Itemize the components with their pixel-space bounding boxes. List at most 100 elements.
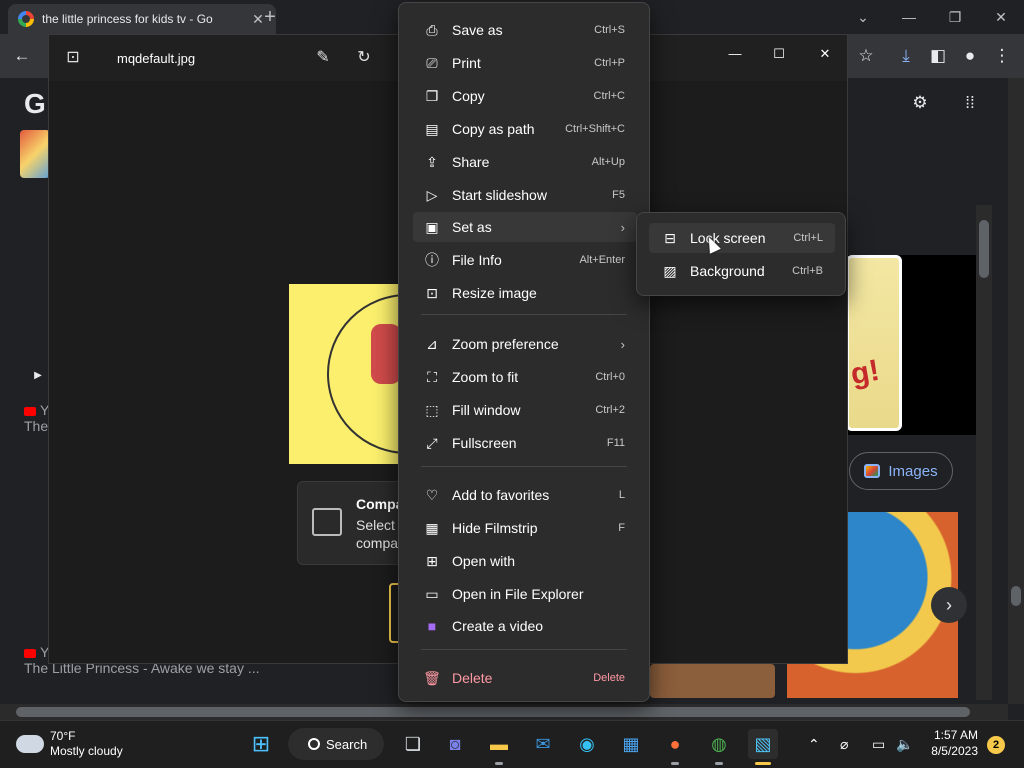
- teams-chat-icon[interactable]: ◙: [440, 729, 470, 759]
- menu-item-label: Background: [690, 263, 765, 279]
- menu-item-zoom-to-fit[interactable]: ⛶ Zoom to fit Ctrl+0: [413, 362, 637, 392]
- profile-icon[interactable]: ●: [958, 44, 982, 68]
- submenu-item-background[interactable]: ▨ Background Ctrl+B: [649, 256, 835, 286]
- menu-item-shortcut: Ctrl+Shift+C: [565, 123, 625, 135]
- menu-item-label: File Info: [452, 252, 502, 268]
- search-label: Search: [326, 736, 368, 752]
- menu-item-open-with[interactable]: ⊞ Open with: [413, 546, 637, 576]
- edge-icon[interactable]: ◉: [572, 729, 602, 759]
- menu-item-shortcut: L: [618, 489, 625, 501]
- photos-minimize-button[interactable]: —: [715, 41, 755, 67]
- menu-item-resize-image[interactable]: ⊡ Resize image: [413, 278, 637, 308]
- next-arrow-button[interactable]: ›: [931, 587, 967, 623]
- page-scrollbar[interactable]: [1008, 78, 1024, 704]
- play-triangle-icon[interactable]: ▶: [26, 364, 50, 388]
- firefox-icon[interactable]: ●: [660, 729, 690, 765]
- chrome-icon[interactable]: ◍: [704, 729, 734, 765]
- submenu-item-lock-screen[interactable]: ⊟ Lock screen Ctrl+L: [649, 223, 835, 253]
- menu-item-label: Fill window: [452, 402, 521, 418]
- image-result[interactable]: [650, 664, 775, 698]
- task-view-icon[interactable]: ❏: [398, 729, 428, 759]
- menu-item-fullscreen[interactable]: ⤢ Fullscreen F11: [413, 428, 637, 458]
- notification-badge[interactable]: 2: [987, 736, 1005, 754]
- menu-item-file-info[interactable]: ⓘ File Info Alt+Enter: [413, 245, 637, 275]
- running-indicator: [671, 762, 679, 765]
- running-indicator: [755, 762, 771, 765]
- taskbar-search[interactable]: Search: [288, 728, 384, 760]
- system-clock[interactable]: 1:57 AM 8/5/2023: [922, 727, 978, 759]
- menu-item-save-as[interactable]: ⎙ Save as Ctrl+S: [413, 15, 637, 45]
- menu-item-label: Open with: [452, 553, 516, 569]
- menu-item-share[interactable]: ⇪ Share Alt+Up: [413, 147, 637, 177]
- menu-item-shortcut: Ctrl+L: [793, 232, 823, 244]
- download-icon[interactable]: ⤓: [894, 44, 918, 68]
- google-logo: G: [24, 88, 46, 119]
- menu-item-create-a-video[interactable]: ■ Create a video: [413, 611, 637, 641]
- menu-item-copy-as-path[interactable]: ▤ Copy as path Ctrl+Shift+C: [413, 114, 637, 144]
- rotate-icon[interactable]: ↻: [354, 48, 374, 68]
- photos-close-button[interactable]: ✕: [805, 41, 845, 67]
- mail-icon[interactable]: ✉: [528, 729, 558, 759]
- filmstrip-icon: ▦: [425, 519, 439, 536]
- menu-item-fill-window[interactable]: ⬚ Fill window Ctrl+2: [413, 395, 637, 425]
- weather-widget[interactable]: 70°F Mostly cloudy: [12, 729, 123, 759]
- menu-item-zoom-preference[interactable]: ⊿ Zoom preference ›: [413, 329, 637, 359]
- tab-search-chevron-icon[interactable]: ⌄: [840, 4, 886, 30]
- menu-item-label: Set as: [452, 219, 492, 235]
- window-close-button[interactable]: ✕: [978, 4, 1024, 30]
- set-as-submenu: ⊟ Lock screen Ctrl+L ▨ Background Ctrl+B: [636, 212, 846, 296]
- chevron-right-icon: ›: [620, 336, 625, 352]
- menu-item-label: Print: [452, 55, 481, 71]
- menu-item-set-as[interactable]: ▣ Set as ›: [413, 212, 637, 242]
- menu-item-delete[interactable]: 🗑 Delete Delete: [413, 663, 637, 693]
- window-restore-button[interactable]: ❐: [932, 4, 978, 30]
- photos-app-taskbar-icon[interactable]: ▧: [748, 729, 778, 765]
- menu-item-print[interactable]: ⎚ Print Ctrl+P: [413, 48, 637, 78]
- menu-item-start-slideshow[interactable]: ▷ Start slideshow F5: [413, 180, 637, 210]
- window-minimize-button[interactable]: —: [886, 4, 932, 30]
- fill-window-icon: ⬚: [425, 401, 439, 418]
- images-chip[interactable]: Images: [849, 452, 953, 490]
- new-tab-button[interactable]: +: [258, 5, 282, 29]
- back-arrow-icon[interactable]: ←: [10, 44, 34, 68]
- cloudy-weather-icon: [12, 729, 44, 753]
- browser-tab[interactable]: the little princess for kids tv - Go ✕: [8, 4, 276, 34]
- volume-icon[interactable]: 🔈: [896, 736, 913, 753]
- google-icon: [18, 11, 34, 27]
- menu-item-label: Share: [452, 154, 490, 170]
- menu-item-open-in-file-explorer[interactable]: ▭ Open in File Explorer: [413, 579, 637, 609]
- scrollbar-thumb[interactable]: [16, 707, 970, 717]
- menu-item-label: Start slideshow: [452, 187, 547, 203]
- menu-item-add-to-favorites[interactable]: ♡ Add to favorites L: [413, 480, 637, 510]
- menu-item-shortcut: F5: [612, 189, 625, 201]
- apps-grid-icon[interactable]: ⁞⁞: [958, 91, 982, 115]
- bookmark-star-icon[interactable]: ☆: [854, 44, 878, 68]
- show-hidden-icons-chevron-icon[interactable]: ⌃: [808, 736, 820, 753]
- edit-image-icon[interactable]: ✎: [313, 48, 333, 68]
- network-icon[interactable]: ⌀: [840, 736, 848, 753]
- start-button[interactable]: ⊞: [246, 729, 276, 759]
- result-thumbnail[interactable]: [20, 130, 50, 178]
- scrollbar-thumb[interactable]: [1011, 586, 1021, 606]
- photos-maximize-button[interactable]: ☐: [759, 41, 799, 67]
- running-indicator: [715, 762, 723, 765]
- settings-gear-icon[interactable]: ⚙: [908, 91, 932, 115]
- weather-desc: Mostly cloudy: [50, 744, 123, 758]
- scrollbar-thumb[interactable]: [979, 220, 989, 278]
- results-scrollbar[interactable]: [976, 205, 992, 700]
- menu-item-shortcut: F11: [606, 437, 625, 449]
- image-card[interactable]: g!: [846, 255, 902, 431]
- lock-screen-icon: ⊟: [664, 229, 676, 246]
- result-row[interactable]: Y The: [24, 402, 49, 434]
- displayed-photo[interactable]: [289, 284, 401, 464]
- menu-item-copy[interactable]: ❐ Copy Ctrl+C: [413, 81, 637, 111]
- photos-app-icon: ⊡: [66, 49, 80, 66]
- microsoft-store-icon[interactable]: ▦: [616, 729, 646, 759]
- horizontal-scrollbar[interactable]: [0, 704, 1008, 720]
- file-explorer-icon[interactable]: ▬: [484, 729, 514, 765]
- chrome-menu-icon[interactable]: ⋮: [990, 44, 1014, 68]
- display-icon[interactable]: ▭: [872, 736, 885, 753]
- menu-item-hide-filmstrip[interactable]: ▦ Hide Filmstrip F: [413, 513, 637, 543]
- side-panel-icon[interactable]: ◧: [926, 44, 950, 68]
- menu-item-shortcut: F: [618, 522, 625, 534]
